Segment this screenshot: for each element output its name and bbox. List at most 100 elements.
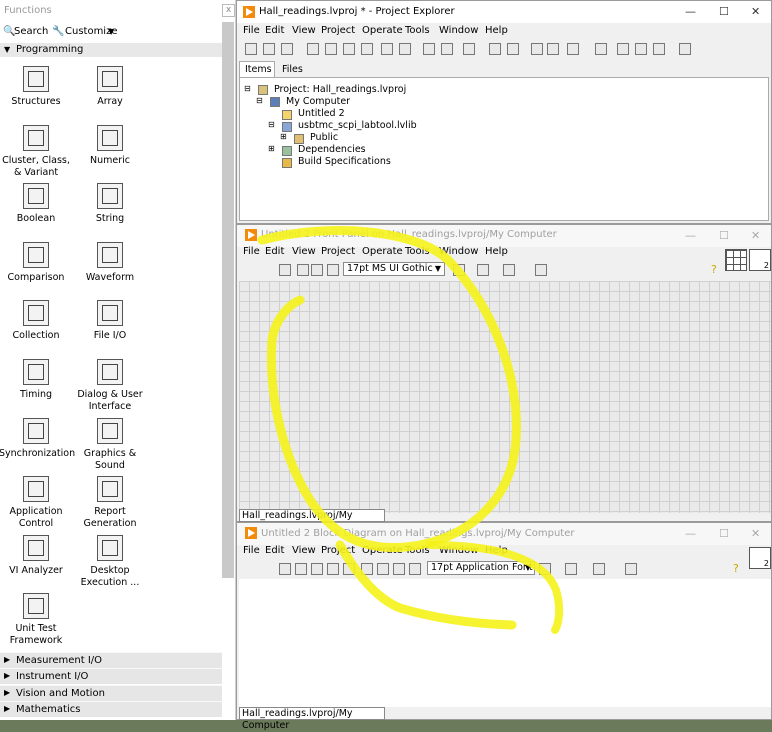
palette-item[interactable]: Desktop Execution ...: [73, 534, 147, 589]
find-icon[interactable]: [653, 43, 665, 55]
palette-category[interactable]: ▶ Mathematics: [0, 701, 222, 718]
tab-items[interactable]: Items: [239, 61, 275, 77]
expand-icon[interactable]: ▶: [4, 671, 10, 680]
minimize-icon[interactable]: —: [685, 5, 696, 18]
menu-operate[interactable]: Operate: [362, 25, 403, 36]
menu-tools[interactable]: Tools: [405, 25, 430, 36]
customize-dropdown-icon[interactable]: ▼: [108, 27, 114, 36]
step-into-icon[interactable]: [377, 563, 389, 575]
refresh-icon[interactable]: [547, 43, 559, 55]
help-icon[interactable]: ?: [711, 263, 717, 276]
tree-public[interactable]: Public: [310, 132, 338, 143]
close-icon[interactable]: ✕: [751, 527, 760, 540]
add-icon[interactable]: [489, 43, 501, 55]
font-selector[interactable]: 17pt Application Font ▼: [427, 561, 535, 575]
help-icon[interactable]: ?: [733, 562, 739, 575]
palette-item[interactable]: Application Control: [0, 476, 73, 530]
font-selector[interactable]: 17pt MS UI Gothic ▼: [343, 262, 445, 276]
menu-help[interactable]: Help: [485, 545, 508, 556]
tree-build-specifications[interactable]: Build Specifications: [298, 156, 391, 167]
tab-files[interactable]: Files: [277, 62, 309, 77]
open-icon[interactable]: [263, 43, 275, 55]
lock-icon[interactable]: [567, 43, 579, 55]
minimize-icon[interactable]: —: [685, 527, 696, 540]
align-icon[interactable]: [539, 563, 551, 575]
expand-icon[interactable]: ▶: [4, 704, 10, 713]
palette-item[interactable]: Numeric: [73, 124, 147, 167]
palette-item[interactable]: Boolean: [0, 183, 73, 225]
menu-edit[interactable]: Edit: [265, 246, 284, 257]
new-icon[interactable]: [245, 43, 257, 55]
cleanup-icon[interactable]: [625, 563, 637, 575]
add-folder-icon[interactable]: [507, 43, 519, 55]
step-over-icon[interactable]: [393, 563, 405, 575]
palette-item[interactable]: Array: [73, 66, 147, 108]
tree-expander[interactable]: ⊟: [268, 120, 275, 129]
vi-icon-pane[interactable]: 2: [749, 249, 771, 271]
menu-view[interactable]: View: [292, 25, 316, 36]
pause-icon[interactable]: [327, 563, 339, 575]
palette-item[interactable]: String: [73, 183, 147, 225]
menu-operate[interactable]: Operate: [362, 545, 403, 556]
palette-item[interactable]: File I/O: [73, 300, 147, 342]
menu-window[interactable]: Window: [439, 246, 478, 257]
close-icon[interactable]: ✕: [751, 229, 760, 242]
step-out-icon[interactable]: [409, 563, 421, 575]
menu-help[interactable]: Help: [485, 25, 508, 36]
palette-section-programming[interactable]: ▼ Programming: [0, 43, 222, 57]
menu-window[interactable]: Window: [439, 545, 478, 556]
maximize-icon[interactable]: ☐: [719, 229, 729, 242]
paste-icon[interactable]: [343, 43, 355, 55]
palette-item[interactable]: Synchronization: [0, 417, 75, 460]
menu-tools[interactable]: Tools: [405, 246, 430, 257]
retain-wire-icon[interactable]: [361, 563, 373, 575]
palette-category[interactable]: ▶ Instrument I/O: [0, 668, 222, 685]
front-panel-canvas[interactable]: [239, 281, 771, 513]
help-icon[interactable]: [679, 43, 691, 55]
menu-view[interactable]: View: [292, 545, 316, 556]
project-tree[interactable]: ⊟ Project: Hall_readings.lvproj ⊟ My Com…: [239, 77, 769, 221]
redo-icon[interactable]: [635, 43, 647, 55]
maximize-icon[interactable]: ☐: [719, 527, 729, 540]
palette-item[interactable]: VI Analyzer: [0, 534, 73, 577]
menu-file[interactable]: File: [243, 545, 260, 556]
palette-category[interactable]: ▶ Measurement I/O: [0, 652, 222, 668]
align-icon[interactable]: [453, 264, 465, 276]
palette-item[interactable]: Graphics & Sound: [73, 417, 147, 472]
connector-pane[interactable]: [725, 249, 747, 271]
run-continuous-icon[interactable]: [297, 264, 309, 276]
expand-icon[interactable]: ▶: [4, 688, 10, 697]
move-icon[interactable]: [531, 43, 543, 55]
reorder-icon[interactable]: [593, 563, 605, 575]
tree-my-computer[interactable]: My Computer: [286, 96, 350, 107]
minimize-icon[interactable]: —: [685, 229, 696, 242]
tree-library[interactable]: usbtmc_scpi_labtool.lvlib: [298, 120, 417, 131]
menu-help[interactable]: Help: [485, 246, 508, 257]
tree-project-root[interactable]: Project: Hall_readings.lvproj: [274, 84, 406, 95]
tree-expander[interactable]: ⊟: [256, 96, 263, 105]
abort-icon[interactable]: [311, 264, 323, 276]
menu-edit[interactable]: Edit: [265, 545, 284, 556]
menu-operate[interactable]: Operate: [362, 246, 403, 257]
palette-search-button[interactable]: Search: [14, 26, 48, 37]
palette-item[interactable]: Timing: [0, 359, 73, 401]
menu-file[interactable]: File: [243, 246, 260, 257]
palette-item[interactable]: Report Generation: [73, 476, 147, 530]
resize-icon[interactable]: [503, 264, 515, 276]
warning-icon[interactable]: [463, 43, 475, 55]
properties-icon[interactable]: [381, 43, 393, 55]
close-icon[interactable]: ✕: [751, 5, 760, 18]
copy-icon[interactable]: [325, 43, 337, 55]
collapse-icon[interactable]: ▼: [4, 45, 10, 54]
tree-expander[interactable]: ⊞: [280, 132, 287, 141]
reorder-icon[interactable]: [535, 264, 547, 276]
run-arrow-icon[interactable]: [279, 563, 291, 575]
block-diagram-canvas[interactable]: [239, 579, 771, 707]
palette-item[interactable]: Cluster, Class, & Variant: [0, 124, 73, 179]
run-continuous-icon[interactable]: [295, 563, 307, 575]
palette-item[interactable]: Unit Test Framework: [0, 593, 73, 647]
tree-dependencies[interactable]: Dependencies: [298, 144, 366, 155]
abort-icon[interactable]: [311, 563, 323, 575]
maximize-icon[interactable]: ☐: [719, 5, 729, 18]
vi-icon-pane[interactable]: 2: [749, 547, 771, 569]
